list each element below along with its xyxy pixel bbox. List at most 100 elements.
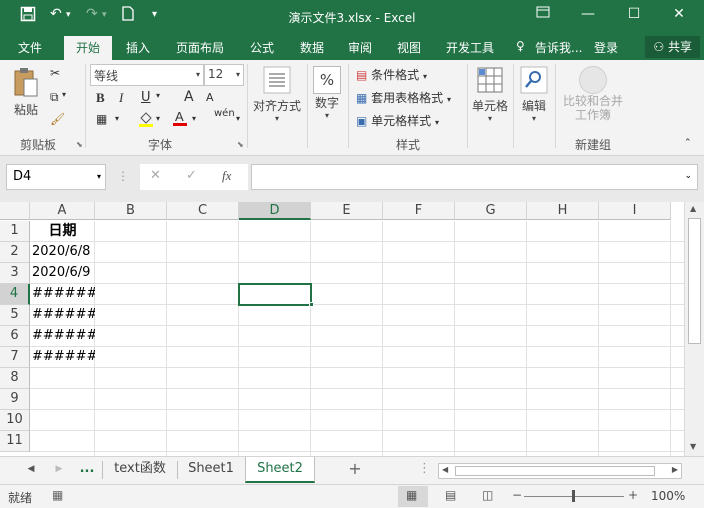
border-icon[interactable]: ▦	[96, 112, 107, 126]
row-header-1[interactable]: 1	[0, 221, 30, 242]
phonetic-dropdown-icon[interactable]: ▾	[236, 114, 240, 123]
font-name-select[interactable]: 等线 ▾	[90, 64, 204, 86]
worksheet-grid[interactable]: A B C D E F G H I 1 2 3 4 5 6 7 8 9 10 1…	[0, 202, 704, 456]
font-launcher-icon[interactable]: ⬊	[237, 140, 244, 149]
cell-a5[interactable]: ######	[30, 305, 95, 326]
share-button[interactable]: ⚇ 共享	[645, 36, 700, 58]
row-header-3[interactable]: 3	[0, 263, 30, 284]
italic-button[interactable]: I	[119, 90, 123, 106]
underline-dropdown-icon[interactable]: ▾	[156, 91, 160, 100]
grow-font-button[interactable]: A	[184, 89, 194, 105]
scroll-up-icon[interactable]: ▲	[690, 204, 696, 213]
copy-icon[interactable]: ⧉	[50, 90, 59, 105]
row-header-11[interactable]: 11	[0, 431, 30, 452]
ribbon-display-icon[interactable]	[528, 6, 558, 22]
scroll-left-icon[interactable]: ◀	[442, 465, 448, 474]
fill-handle[interactable]	[309, 302, 314, 307]
copy-dropdown-icon[interactable]: ▾	[62, 90, 66, 99]
sheet-tab-text[interactable]: text函数	[103, 457, 177, 483]
cell-a6[interactable]: ######	[30, 326, 95, 347]
formula-input[interactable]: ⌄	[251, 164, 698, 190]
hscroll-thumb[interactable]	[455, 466, 655, 476]
scroll-down-icon[interactable]: ▼	[690, 442, 696, 451]
add-sheet-icon[interactable]: +	[344, 457, 366, 483]
tell-me-icon[interactable]: ♀	[516, 39, 525, 53]
prev-sheet-icon[interactable]: ◀	[24, 457, 38, 483]
column-header-f[interactable]: F	[383, 202, 455, 220]
more-sheets-button[interactable]: ...	[76, 457, 98, 483]
cell-a7[interactable]: ######	[30, 347, 95, 368]
tab-file[interactable]: 文件	[18, 39, 42, 56]
zoom-slider-thumb[interactable]	[572, 490, 575, 502]
clipboard-launcher-icon[interactable]: ⬊	[76, 140, 83, 149]
font-color-dropdown-icon[interactable]: ▾	[192, 114, 196, 123]
cell-a2[interactable]: 2020/6/8	[30, 242, 95, 263]
enter-icon[interactable]: ✓	[186, 168, 197, 183]
row-header-9[interactable]: 9	[0, 389, 30, 410]
tab-developer[interactable]: 开发工具	[446, 39, 494, 56]
selected-cell-d4[interactable]	[238, 283, 312, 306]
row-header-4[interactable]: 4	[0, 284, 30, 305]
row-header-8[interactable]: 8	[0, 368, 30, 389]
sheet-tab-sheet1[interactable]: Sheet1	[178, 457, 244, 483]
cell-styles-button[interactable]: ▣ 单元格样式 ▾	[356, 112, 439, 129]
conditional-format-button[interactable]: ▤ 条件格式 ▾	[356, 66, 427, 83]
horizontal-scrollbar[interactable]: ◀ ▶	[438, 463, 682, 479]
tab-page-layout[interactable]: 页面布局	[176, 39, 224, 56]
close-button[interactable]: ✕	[664, 6, 694, 22]
row-header-6[interactable]: 6	[0, 326, 30, 347]
tab-review[interactable]: 审阅	[348, 39, 372, 56]
column-header-e[interactable]: E	[311, 202, 383, 220]
tab-formulas[interactable]: 公式	[250, 39, 274, 56]
macro-record-icon[interactable]: ▦	[52, 488, 63, 502]
font-size-select[interactable]: 12 ▾	[204, 64, 244, 86]
row-header-5[interactable]: 5	[0, 305, 30, 326]
scroll-right-icon[interactable]: ▶	[672, 465, 678, 474]
scroll-thumb[interactable]	[688, 218, 701, 344]
zoom-in-icon[interactable]: +	[628, 488, 638, 502]
next-sheet-icon[interactable]: ▶	[52, 457, 66, 483]
phonetic-icon[interactable]: wén	[214, 108, 235, 119]
tab-view[interactable]: 视图	[397, 39, 421, 56]
bold-button[interactable]: B	[96, 90, 105, 106]
cells-button[interactable]: 单元格 ▾	[470, 66, 510, 123]
collapse-ribbon-icon[interactable]: ⌃	[684, 138, 692, 148]
vertical-scrollbar[interactable]: ▲ ▼	[684, 202, 704, 456]
number-format-button[interactable]: % 数字 ▾	[310, 66, 344, 120]
underline-button[interactable]: U	[141, 90, 151, 105]
paste-button[interactable]: 粘贴	[8, 66, 44, 118]
cancel-icon[interactable]: ✕	[150, 168, 161, 183]
border-dropdown-icon[interactable]: ▾	[115, 114, 119, 123]
format-as-table-button[interactable]: ▦ 套用表格格式 ▾	[356, 89, 451, 106]
row-header-2[interactable]: 2	[0, 242, 30, 263]
alignment-button[interactable]: 对齐方式 ▾	[250, 66, 304, 123]
page-break-view-icon[interactable]: ◫	[482, 488, 493, 502]
column-header-i[interactable]: I	[599, 202, 671, 220]
sign-in-link[interactable]: 登录	[594, 39, 618, 56]
tab-insert[interactable]: 插入	[126, 39, 150, 56]
tab-home[interactable]: 开始	[64, 36, 113, 60]
row-header-7[interactable]: 7	[0, 347, 30, 368]
font-color-icon[interactable]: A	[172, 109, 188, 130]
name-box[interactable]: D4 ▾	[6, 164, 106, 190]
editing-button[interactable]: 编辑 ▾	[516, 66, 552, 123]
cell-a4[interactable]: ######	[30, 284, 95, 305]
column-header-h[interactable]: H	[527, 202, 599, 220]
column-header-c[interactable]: C	[167, 202, 239, 220]
shrink-font-button[interactable]: A	[206, 91, 214, 104]
page-layout-view-icon[interactable]: ▤	[445, 488, 456, 502]
column-header-d[interactable]: D	[239, 202, 311, 220]
cell-a1[interactable]: 日期	[30, 221, 95, 242]
insert-function-icon[interactable]: fx	[222, 168, 231, 184]
minimize-button[interactable]: —	[573, 6, 603, 22]
column-header-g[interactable]: G	[455, 202, 527, 220]
tab-data[interactable]: 数据	[300, 39, 324, 56]
select-all-corner[interactable]	[0, 202, 30, 220]
zoom-level[interactable]: 100%	[651, 489, 685, 503]
row-header-10[interactable]: 10	[0, 410, 30, 431]
maximize-button[interactable]: ☐	[619, 6, 649, 22]
tell-me-box[interactable]: 告诉我...	[535, 39, 582, 56]
column-header-a[interactable]: A	[30, 202, 95, 220]
format-painter-icon[interactable]: 🖌	[50, 112, 65, 126]
fill-color-icon[interactable]	[138, 110, 154, 131]
